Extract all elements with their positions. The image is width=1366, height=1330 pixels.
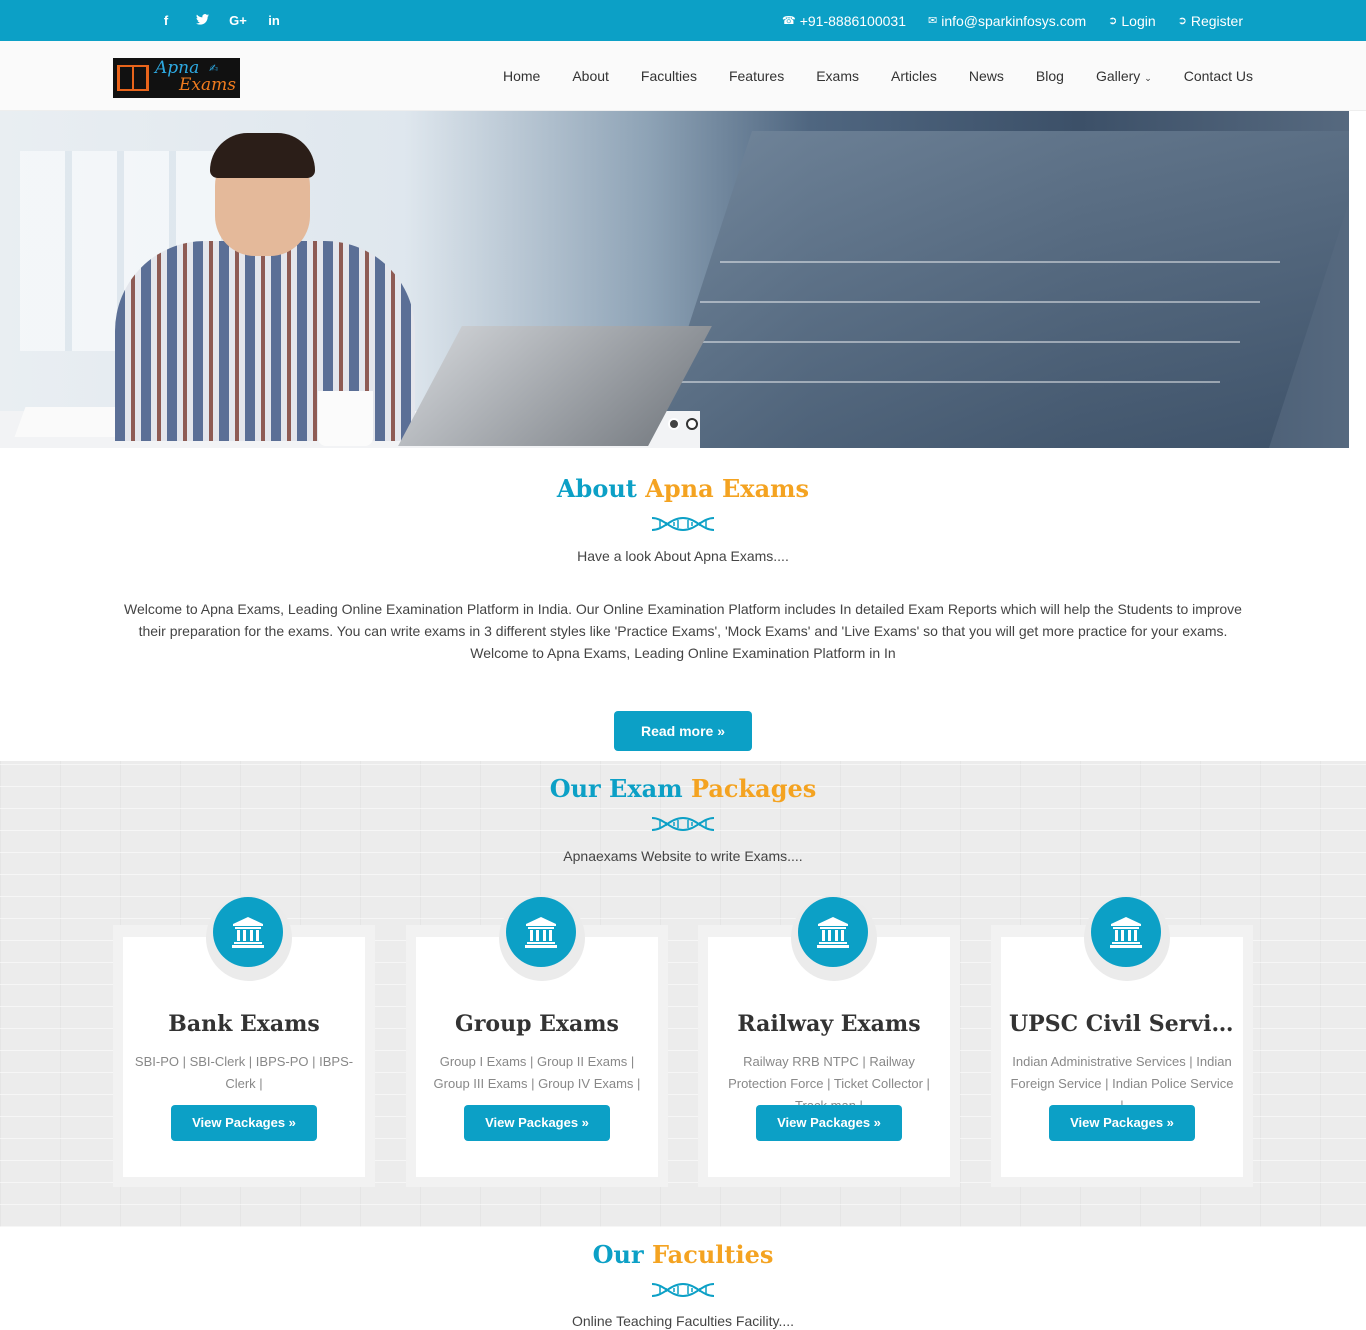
email-address: info@sparkinfosys.com <box>941 12 1087 29</box>
phone-link[interactable]: ☎ +91-8886100031 <box>782 13 906 29</box>
nav-blog[interactable]: Blog <box>1036 68 1064 84</box>
faculties-title: Our Faculties <box>0 1240 1366 1269</box>
slider-dot-1[interactable] <box>668 418 680 430</box>
phone-number: +91-8886100031 <box>799 12 906 29</box>
about-title-part1: About <box>556 474 637 503</box>
view-packages-button[interactable]: View Packages » <box>171 1105 317 1141</box>
faculties-subtitle: Online Teaching Faculties Facility.... <box>571 1313 795 1329</box>
slider-dots <box>668 418 698 430</box>
read-more-button[interactable]: Read more » <box>614 711 752 751</box>
top-contact: ☎ +91-8886100031 ✉ info@sparkinfosys.com… <box>782 0 1243 41</box>
hero-exam-screen-image <box>648 131 1349 448</box>
main-navbar: Apna ✍ Exams Home About Faculties Featur… <box>0 41 1366 111</box>
about-title-part2: Apna Exams <box>645 474 810 503</box>
packages-title: Our Exam Packages <box>0 774 1366 803</box>
top-bar: f G+ in ☎ +91-8886100031 ✉ info@sparkinf… <box>0 0 1366 41</box>
nav-faculties[interactable]: Faculties <box>641 68 697 84</box>
register-link[interactable]: ➲ Register <box>1178 13 1243 29</box>
nav-menu: Home About Faculties Features Exams Arti… <box>471 41 1253 111</box>
view-packages-button[interactable]: View Packages » <box>1049 1105 1195 1141</box>
about-body-text: Welcome to Apna Exams, Leading Online Ex… <box>124 601 1242 661</box>
pen-icon: ✍ <box>209 62 219 75</box>
dna-divider-icon <box>651 1282 715 1298</box>
nav-gallery-label: Gallery <box>1095 68 1141 84</box>
view-packages-button[interactable]: View Packages » <box>756 1105 902 1141</box>
register-label: Register <box>1190 12 1243 29</box>
login-label: Login <box>1121 12 1156 29</box>
hero-mug <box>318 391 373 446</box>
packages-subtitle: Apnaexams Website to write Exams.... <box>563 848 803 864</box>
hero-person-hair <box>210 133 315 178</box>
faculties-title-part2: Faculties <box>651 1240 774 1269</box>
bank-building-icon <box>213 897 283 967</box>
package-name: Bank Exams <box>168 1011 320 1037</box>
dna-divider-icon <box>651 516 715 532</box>
packages-title-part2: Packages <box>690 774 817 803</box>
logo-text-line2: Exams <box>179 75 236 95</box>
package-card-inner: Railway Exams Railway RRB NTPC | Railway… <box>708 895 950 1177</box>
dna-divider-icon <box>651 816 715 832</box>
nav-contact-us[interactable]: Contact Us <box>1184 68 1253 84</box>
nav-features[interactable]: Features <box>729 68 784 84</box>
hero-slider <box>0 111 1349 448</box>
about-title: About Apna Exams <box>0 474 1366 503</box>
bank-building-icon <box>798 897 868 967</box>
site-logo[interactable]: Apna ✍ Exams <box>113 58 240 98</box>
view-packages-button[interactable]: View Packages » <box>464 1105 610 1141</box>
package-card: Railway Exams Railway RRB NTPC | Railway… <box>698 895 960 1187</box>
nav-articles[interactable]: Articles <box>891 68 937 84</box>
phone-icon: ☎ <box>782 15 796 27</box>
package-name: Railway Exams <box>737 1011 921 1037</box>
slider-dot-2[interactable] <box>686 418 698 430</box>
faculties-title-part1: Our <box>592 1240 644 1269</box>
package-name: Group Exams <box>455 1011 619 1037</box>
package-exam-list: Group I Exams | Group II Exams | Group I… <box>433 1054 641 1091</box>
package-exam-list: SBI-PO | SBI-Clerk | IBPS-PO | IBPS-Cler… <box>134 1054 354 1091</box>
twitter-icon[interactable] <box>184 13 220 28</box>
package-card-inner: Group Exams Group I Exams | Group II Exa… <box>416 895 658 1177</box>
package-card-inner: UPSC Civil Servic... Indian Administrati… <box>1001 895 1243 1177</box>
package-card: Group Exams Group I Exams | Group II Exa… <box>406 895 668 1187</box>
linkedin-icon[interactable]: in <box>256 13 292 28</box>
nav-about[interactable]: About <box>572 68 609 84</box>
social-links: f G+ in <box>148 0 292 41</box>
email-link[interactable]: ✉ info@sparkinfosys.com <box>928 13 1086 29</box>
google-plus-icon[interactable]: G+ <box>220 13 256 28</box>
bank-building-icon <box>506 897 576 967</box>
nav-home[interactable]: Home <box>503 68 540 84</box>
packages-title-part1: Our Exam <box>549 774 683 803</box>
package-card: UPSC Civil Servic... Indian Administrati… <box>991 895 1253 1187</box>
sign-in-icon: ➲ <box>1177 15 1187 27</box>
login-link[interactable]: ➲ Login <box>1108 13 1155 29</box>
nav-news[interactable]: News <box>969 68 1004 84</box>
book-icon <box>117 65 149 91</box>
nav-gallery[interactable]: Gallery ⌄ <box>1096 68 1152 84</box>
sign-in-icon: ➲ <box>1108 15 1118 27</box>
chevron-down-icon: ⌄ <box>1144 73 1152 83</box>
package-card-inner: Bank Exams SBI-PO | SBI-Clerk | IBPS-PO … <box>123 895 365 1177</box>
nav-exams[interactable]: Exams <box>816 68 859 84</box>
about-subtitle: Have a look About Apna Exams.... <box>577 548 789 564</box>
envelope-icon: ✉ <box>928 15 938 27</box>
package-card: Bank Exams SBI-PO | SBI-Clerk | IBPS-PO … <box>113 895 375 1187</box>
package-name: UPSC Civil Servic... <box>1009 1011 1243 1037</box>
facebook-icon[interactable]: f <box>148 13 184 28</box>
bank-building-icon <box>1091 897 1161 967</box>
